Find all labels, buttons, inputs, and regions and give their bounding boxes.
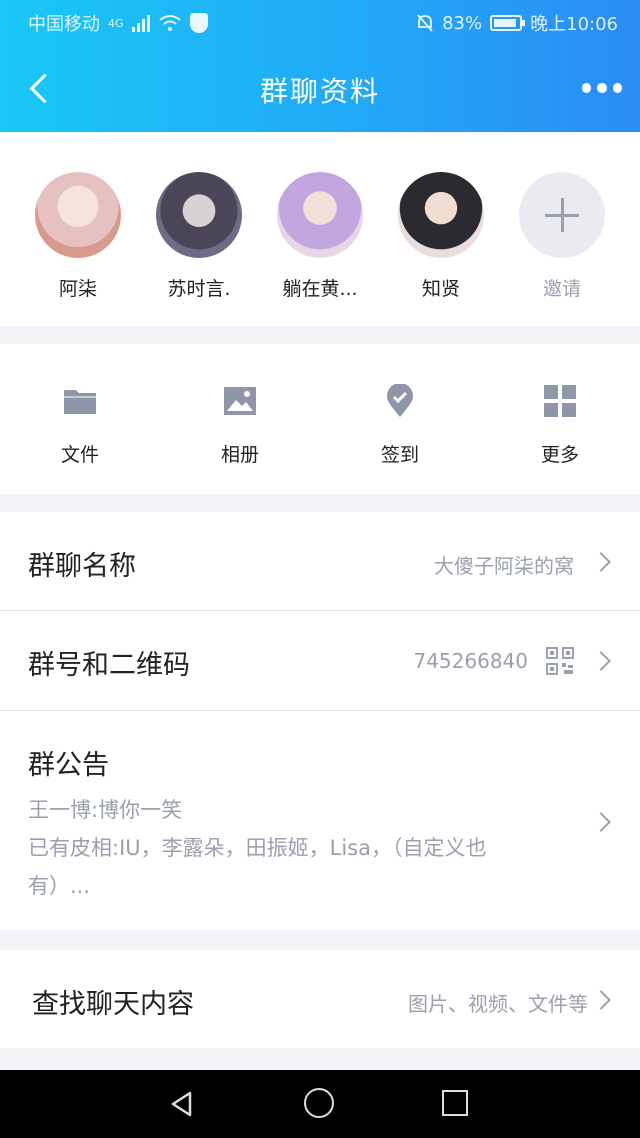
members-card: 阿柒 苏时言. 躺在黄... 知贤 邀请 xyxy=(0,132,640,326)
group-info-card: 群聊名称 大傻子阿柒的窝 群号和二维码 745266840 群公告 王一博:博你… xyxy=(0,512,640,930)
group-name-label: 群聊名称 xyxy=(28,551,136,582)
wifi-icon xyxy=(158,15,181,31)
member-item[interactable]: 躺在黄... xyxy=(277,172,363,301)
notice-line: 已有皮相:IU，李露朵，田振姬，Lisa，（自定义也 xyxy=(28,836,487,860)
chevron-right-icon xyxy=(591,812,611,832)
system-nav-bar xyxy=(0,1070,640,1138)
carrier-label: 中国移动 xyxy=(28,14,100,35)
member-name: 躺在黄... xyxy=(282,278,358,300)
group-name-row[interactable]: 群聊名称 大傻子阿柒的窝 xyxy=(0,512,640,611)
member-name: 知贤 xyxy=(421,278,460,300)
signal-icon xyxy=(131,14,150,32)
invite-button[interactable]: 邀请 xyxy=(519,172,605,301)
search-chat-card: 查找聊天内容 图片、视频、文件等 xyxy=(0,950,640,1048)
checkin-label: 签到 xyxy=(380,444,419,466)
album-label: 相册 xyxy=(220,444,259,466)
search-chat-label: 查找聊天内容 xyxy=(32,989,194,1020)
member-name: 苏时言. xyxy=(167,278,231,300)
group-id-label: 群号和二维码 xyxy=(28,650,190,681)
image-icon xyxy=(224,387,256,415)
group-notice-row[interactable]: 群公告 王一博:博你一笑 已有皮相:IU，李露朵，田振姬，Lisa，（自定义也 … xyxy=(0,711,640,930)
group-id-row[interactable]: 群号和二维码 745266840 xyxy=(0,611,640,711)
invite-label: 邀请 xyxy=(542,278,581,300)
search-chat-hint: 图片、视频、文件等 xyxy=(408,992,588,1016)
notice-line: 有）... xyxy=(28,874,91,898)
nav-recent-apps-icon[interactable] xyxy=(442,1090,468,1116)
avatar xyxy=(277,172,363,258)
more-features-button[interactable]: 更多 xyxy=(500,384,620,467)
group-name-value: 大傻子阿柒的窝 xyxy=(434,554,574,578)
grid-icon xyxy=(544,385,576,417)
chevron-right-icon xyxy=(591,990,611,1010)
nav-back-icon[interactable] xyxy=(168,1090,196,1118)
member-item[interactable]: 苏时言. xyxy=(156,172,242,301)
status-bar: 中国移动 4G 83% 晚上10:06 xyxy=(0,0,640,44)
avatar xyxy=(156,172,242,258)
mute-bell-icon xyxy=(417,14,433,32)
avatar xyxy=(35,172,121,258)
group-notice-label: 群公告 xyxy=(28,750,109,781)
battery-icon xyxy=(490,15,526,31)
chevron-right-icon xyxy=(591,552,611,572)
files-label: 文件 xyxy=(60,444,99,466)
checkin-icon xyxy=(387,383,413,417)
header: 中国移动 4G 83% 晚上10:06 群聊资料 xyxy=(0,0,640,132)
files-button[interactable]: 文件 xyxy=(20,384,140,467)
member-item[interactable]: 知贤 xyxy=(398,172,484,301)
shield-icon xyxy=(189,13,208,33)
checkin-button[interactable]: 签到 xyxy=(340,383,460,467)
search-chat-row[interactable]: 查找聊天内容 图片、视频、文件等 xyxy=(0,950,640,1048)
more-menu-button[interactable] xyxy=(582,78,622,98)
more-features-label: 更多 xyxy=(540,444,579,466)
chevron-right-icon xyxy=(591,651,611,671)
avatar xyxy=(398,172,484,258)
features-card: 文件 相册 签到 更多 xyxy=(0,344,640,494)
member-name: 阿柒 xyxy=(58,278,97,300)
network-label: 4G xyxy=(108,16,124,30)
battery-percent: 83% xyxy=(442,12,483,34)
group-notice-text: 王一博:博你一笑 已有皮相:IU，李露朵，田振姬，Lisa，（自定义也 有）..… xyxy=(28,791,588,905)
album-button[interactable]: 相册 xyxy=(180,384,300,467)
notice-line: 王一博:博你一笑 xyxy=(28,798,183,822)
member-item[interactable]: 阿柒 xyxy=(35,172,121,301)
group-id-value: 745266840 xyxy=(413,649,528,673)
nav-home-icon[interactable] xyxy=(304,1088,334,1118)
clock: 晚上10:06 xyxy=(530,14,618,35)
qr-code-icon xyxy=(546,647,574,675)
folder-icon xyxy=(64,390,96,414)
plus-icon xyxy=(519,172,605,258)
nav-bar: 群聊资料 xyxy=(0,44,640,132)
page-title: 群聊资料 xyxy=(259,75,380,108)
